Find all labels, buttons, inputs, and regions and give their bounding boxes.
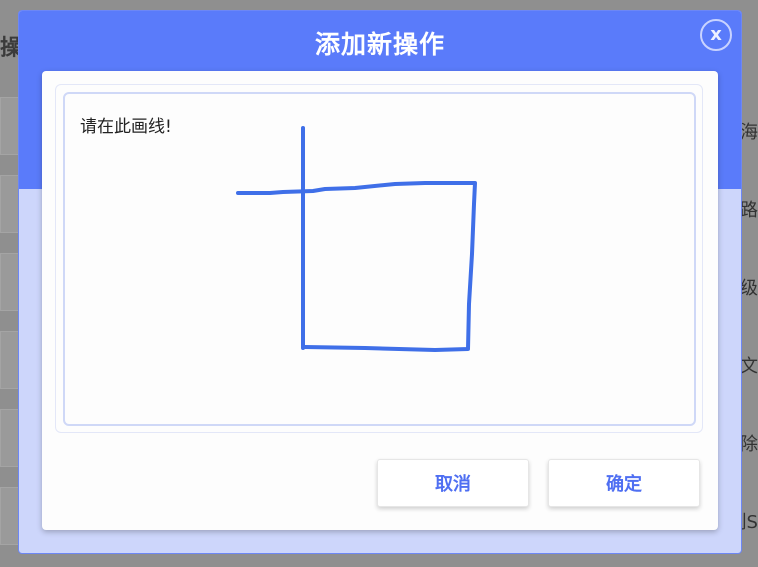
close-icon: x — [710, 24, 722, 45]
dialog-title: 添加新操作 — [314, 30, 445, 59]
confirm-button[interactable]: 确定 — [548, 459, 700, 507]
close-button[interactable]: x — [700, 19, 732, 51]
cancel-button[interactable]: 取消 — [377, 459, 529, 507]
drawn-stroke — [236, 181, 477, 352]
drawn-lines — [236, 126, 477, 352]
dialog-body: 请在此画线! 取消 确定 — [42, 71, 718, 530]
drawing-canvas[interactable]: 请在此画线! — [63, 92, 696, 426]
